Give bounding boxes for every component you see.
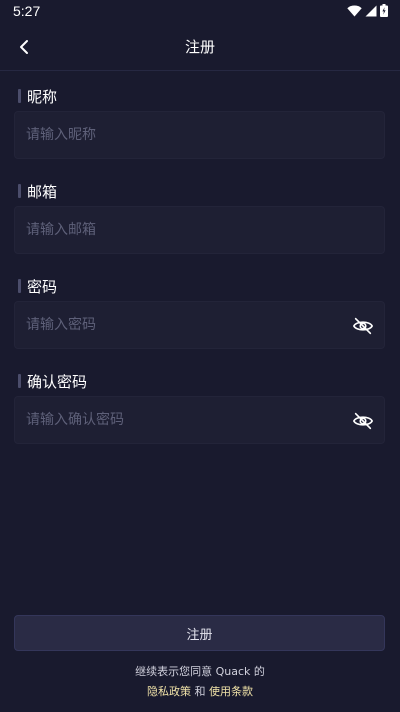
status-bar: 5:27 xyxy=(0,0,400,24)
nickname-label: 昵称 xyxy=(18,87,58,106)
status-time: 5:27 xyxy=(13,3,41,19)
status-icons xyxy=(347,4,388,17)
password-input[interactable] xyxy=(15,302,384,348)
nickname-field xyxy=(14,111,385,159)
label-accent-bar xyxy=(18,279,21,293)
email-field xyxy=(14,206,385,254)
eye-off-icon xyxy=(353,317,373,335)
nickname-input[interactable] xyxy=(15,112,384,158)
agreement-text: 继续表示您同意 Quack 的 xyxy=(135,665,265,678)
confirm-password-input[interactable] xyxy=(15,397,384,443)
email-label-text: 邮箱 xyxy=(27,182,58,201)
confirm-password-visibility-toggle[interactable] xyxy=(352,410,374,432)
eye-off-icon xyxy=(353,412,373,430)
nav-bar: 注册 xyxy=(0,24,400,71)
confirm-password-field xyxy=(14,396,385,444)
password-field xyxy=(14,301,385,349)
password-label-text: 密码 xyxy=(27,277,58,296)
label-accent-bar xyxy=(18,374,21,388)
register-button[interactable]: 注册 xyxy=(14,615,385,651)
confirm-password-label-text: 确认密码 xyxy=(27,372,88,391)
nickname-label-text: 昵称 xyxy=(27,87,58,106)
wifi-icon xyxy=(347,5,362,17)
password-label: 密码 xyxy=(18,277,58,296)
battery-icon xyxy=(380,4,388,17)
page-title: 注册 xyxy=(184,38,215,56)
privacy-policy-link[interactable]: 隐私政策 xyxy=(147,685,191,698)
agreement-and: 和 xyxy=(194,685,206,698)
signal-icon xyxy=(365,5,377,17)
terms-of-use-link[interactable]: 使用条款 xyxy=(209,685,253,698)
agreement-links: 隐私政策 和 使用条款 xyxy=(0,683,400,699)
confirm-password-label: 确认密码 xyxy=(18,372,88,391)
password-visibility-toggle[interactable] xyxy=(352,315,374,337)
email-label: 邮箱 xyxy=(18,182,58,201)
label-accent-bar xyxy=(18,184,21,198)
label-accent-bar xyxy=(18,89,21,103)
email-input[interactable] xyxy=(15,207,384,253)
